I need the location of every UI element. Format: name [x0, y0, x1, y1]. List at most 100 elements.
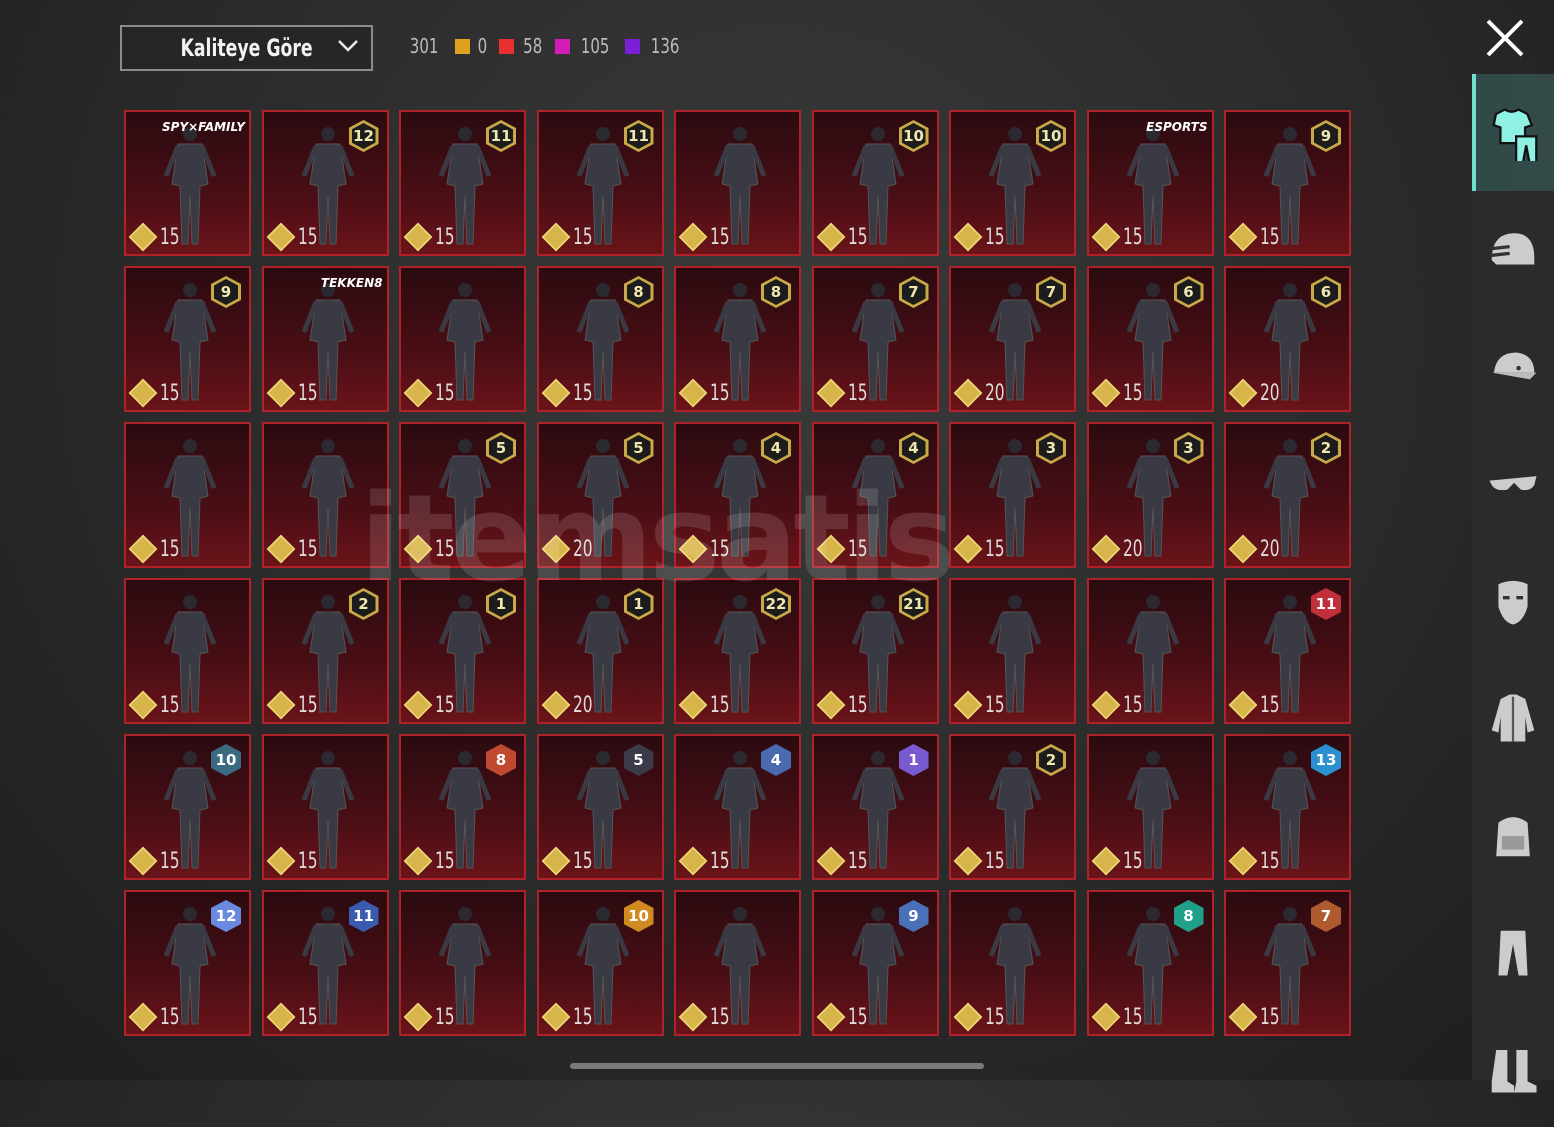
level-badge-number: 11 [628, 127, 649, 145]
level-badge-number: 3 [1045, 439, 1057, 457]
outfit-item-card[interactable]: 1 15 [399, 578, 526, 724]
price-value: 15 [572, 380, 593, 406]
close-icon[interactable] [1484, 18, 1526, 58]
price-value: 15 [985, 536, 1005, 562]
outfit-item-card[interactable]: 15 [399, 266, 526, 412]
item-price: 15 [403, 534, 463, 564]
outfit-item-card[interactable]: 7 15 [811, 266, 939, 412]
level-badge-number: 9 [908, 907, 919, 925]
outfit-item-card[interactable]: 9 15 [1224, 110, 1351, 256]
coin-icon [816, 1002, 845, 1032]
outfit-item-card[interactable]: 6 20 [1224, 266, 1351, 412]
outfit-item-card[interactable]: 12 15 [124, 890, 251, 1036]
outfit-item-card[interactable]: 13 15 [1224, 734, 1351, 880]
outfit-item-card[interactable]: 15 [124, 578, 251, 724]
outfit-item-card[interactable]: 5 15 [536, 734, 664, 880]
price-value: 15 [297, 536, 318, 562]
outfit-item-card[interactable]: 11 15 [261, 890, 389, 1036]
outfit-item-card[interactable]: 1 20 [536, 578, 664, 724]
scrollbar[interactable] [570, 1063, 984, 1069]
outfit-item-card[interactable]: 8 15 [399, 734, 526, 880]
total-count: 301 [409, 34, 439, 58]
outfit-item-card[interactable]: 2 15 [261, 578, 389, 724]
coin-icon [128, 534, 158, 564]
outfit-item-card[interactable]: 9 15 [811, 890, 939, 1036]
item-price: 15 [1091, 690, 1151, 720]
outfit-item-card[interactable]: 1 15 [811, 734, 939, 880]
price-value: 15 [985, 848, 1005, 874]
outfit-item-card[interactable]: 15 [949, 578, 1076, 724]
item-price: 15 [128, 378, 188, 408]
outfit-item-card[interactable]: 10 15 [124, 734, 251, 880]
coin-icon [403, 378, 433, 408]
sidebar-tab-glasses[interactable] [1472, 425, 1554, 542]
outfit-item-card[interactable]: 15 [1086, 578, 1214, 724]
sidebar-tab-hat[interactable] [1472, 308, 1554, 425]
coin-icon [541, 222, 570, 252]
jacket-icon [1491, 693, 1535, 742]
outfit-item-card[interactable]: 11 15 [399, 110, 526, 256]
outfit-item-card[interactable]: 8 15 [674, 266, 801, 412]
outfit-item-card[interactable]: 5 20 [536, 422, 664, 568]
outfit-item-card[interactable]: 4 15 [674, 422, 801, 568]
outfit-item-card[interactable]: 15 [261, 422, 389, 568]
outfit-item-card[interactable]: 8 15 [536, 266, 664, 412]
outfit-item-card[interactable]: 15 [124, 422, 251, 568]
outfit-item-card[interactable]: 10 15 [949, 110, 1076, 256]
outfit-item-card[interactable]: 10 15 [536, 890, 664, 1036]
outfit-item-card[interactable]: ESPORTS 15 [1086, 110, 1214, 256]
outfit-item-card[interactable]: SPY×FAMILY 15 [124, 110, 251, 256]
outfit-item-card[interactable]: 2 15 [949, 734, 1076, 880]
outfit-item-card[interactable]: 8 15 [1086, 890, 1214, 1036]
outfit-item-card[interactable]: 11 15 [536, 110, 664, 256]
level-badge-number: 8 [770, 283, 782, 301]
outfit-item-card[interactable]: 6 15 [1086, 266, 1214, 412]
outfit-item-card[interactable]: 7 15 [1224, 890, 1351, 1036]
outfit-item-card[interactable]: 5 15 [399, 422, 526, 568]
outfit-item-card[interactable]: 15 [1086, 734, 1214, 880]
sidebar-tab-helmet[interactable] [1472, 191, 1554, 308]
outfit-item-card[interactable]: TEKKEN8 15 [261, 266, 389, 412]
outfit-item-card[interactable]: 3 20 [1086, 422, 1214, 568]
level-badge-number: 2 [1320, 439, 1332, 457]
level-badge-number: 2 [1045, 751, 1057, 769]
outfit-item-card[interactable]: 15 [674, 110, 801, 256]
sidebar-tab-pants[interactable] [1472, 893, 1554, 1010]
outfit-item-card[interactable]: 3 15 [949, 422, 1076, 568]
outfit-item-card[interactable]: 4 15 [811, 422, 939, 568]
sort-dropdown[interactable]: Kaliteye Göre [120, 25, 373, 71]
level-badge-number: 5 [633, 751, 644, 769]
quality-color-swatch [624, 38, 640, 54]
outfit-item-card[interactable]: 10 15 [811, 110, 939, 256]
coin-icon [403, 1002, 433, 1032]
sidebar-tab-outfit[interactable] [1472, 74, 1554, 191]
price-value: 15 [847, 848, 868, 874]
outfit-item-card[interactable]: 2 20 [1224, 422, 1351, 568]
sidebar-tab-jacket[interactable] [1472, 659, 1554, 776]
price-value: 15 [435, 848, 455, 874]
category-sidebar [1472, 74, 1554, 1093]
sidebar-tab-mask[interactable] [1472, 542, 1554, 659]
level-badge-number: 13 [1315, 751, 1337, 769]
coin-icon [541, 378, 570, 408]
outfit-item-card[interactable]: 9 15 [124, 266, 251, 412]
outfit-item-card[interactable]: 22 15 [674, 578, 801, 724]
price-value: 15 [985, 1004, 1005, 1030]
outfit-item-card[interactable]: 15 [674, 890, 801, 1036]
sidebar-tab-backpack[interactable] [1472, 776, 1554, 893]
outfit-item-card[interactable]: 21 15 [811, 578, 939, 724]
outfit-item-card[interactable]: 12 15 [261, 110, 389, 256]
item-price: 15 [266, 1002, 326, 1032]
outfit-item-card[interactable]: 4 15 [674, 734, 801, 880]
coin-icon [1228, 534, 1258, 564]
outfit-item-card[interactable]: 11 15 [1224, 578, 1351, 724]
helmet-icon [1489, 232, 1535, 265]
item-price: 15 [266, 690, 326, 720]
outfit-item-card[interactable]: 15 [399, 890, 526, 1036]
outfit-item-card[interactable]: 15 [261, 734, 389, 880]
level-badge-number: 7 [908, 283, 919, 301]
outfit-item-card[interactable]: 7 20 [949, 266, 1076, 412]
sidebar-tab-shoes[interactable] [1472, 1010, 1554, 1127]
price-value: 15 [160, 536, 180, 562]
outfit-item-card[interactable]: 15 [949, 890, 1076, 1036]
